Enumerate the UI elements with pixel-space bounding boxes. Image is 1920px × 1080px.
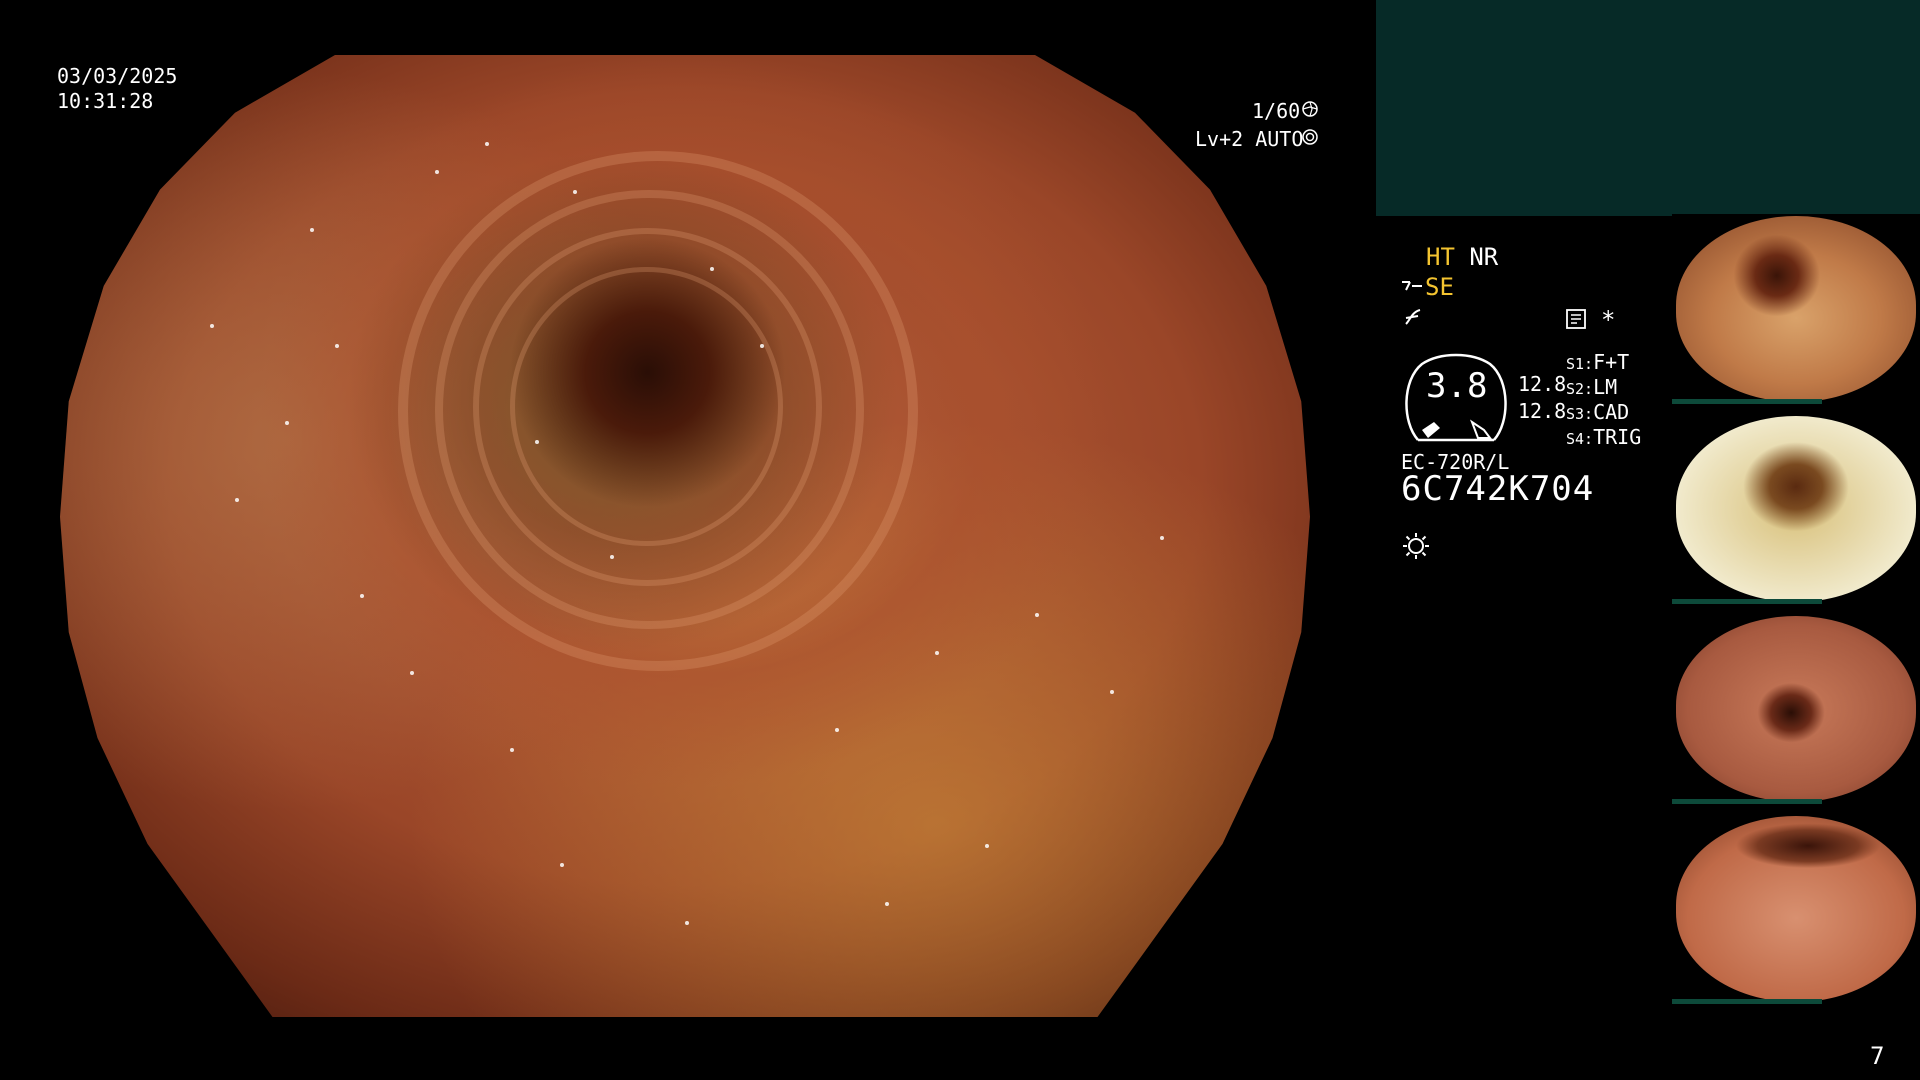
light-icon: [1401, 531, 1431, 561]
s1-value: F+T: [1593, 350, 1630, 374]
thumbnail-3[interactable]: [1672, 614, 1920, 804]
thumbnail-4[interactable]: [1672, 814, 1920, 1004]
s4-key: S4:: [1566, 430, 1594, 448]
page-number: 7: [1870, 1042, 1885, 1070]
ht-indicator: HT: [1426, 243, 1455, 271]
level-mode-label: Lv+2 AUTO: [1195, 127, 1304, 151]
endoscope-live-view: [60, 55, 1310, 1017]
zoom-value: 3.8: [1426, 366, 1488, 406]
s3-value: CAD: [1593, 400, 1630, 424]
s4-value: TRIG: [1593, 425, 1642, 449]
info-panel: [1376, 0, 1920, 216]
nr-indicator: NR: [1469, 243, 1499, 271]
s2-value: LM: [1593, 375, 1618, 399]
thumbnail-2[interactable]: [1672, 414, 1920, 604]
thumbnail-1[interactable]: [1672, 214, 1920, 404]
s1-key: S1:: [1566, 355, 1594, 373]
scope-serial: 6C742K704: [1401, 469, 1595, 509]
se-indicator: SE: [1425, 273, 1454, 301]
lumen-fold: [510, 266, 783, 546]
value-2: 12.8: [1518, 399, 1567, 423]
time-label: 10:31:28: [57, 89, 154, 113]
freeze-icon: [1402, 306, 1424, 328]
s2-key: S2:: [1566, 380, 1594, 398]
iris-icon: [1302, 129, 1318, 145]
date-label: 03/03/2025: [57, 64, 178, 88]
s3-key: S3:: [1566, 405, 1594, 423]
aperture-icon: [1302, 101, 1318, 117]
memory-icon: [1565, 308, 1587, 330]
value-1: 12.8: [1518, 372, 1567, 396]
structure-enhance-icon: [1400, 276, 1424, 296]
shutter-label: 1/60: [1252, 99, 1301, 123]
star-indicator: *: [1601, 306, 1616, 334]
